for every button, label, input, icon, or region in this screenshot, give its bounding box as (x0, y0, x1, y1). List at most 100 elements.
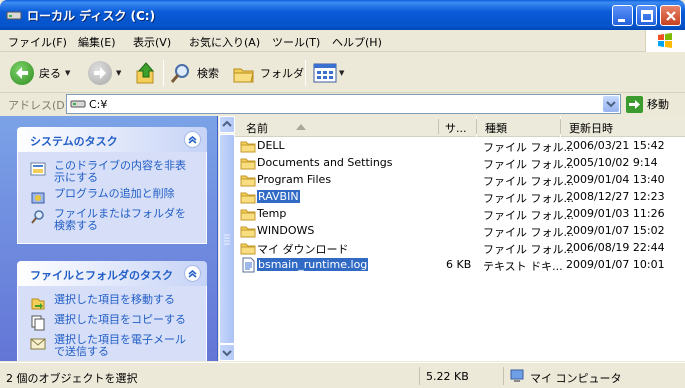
task-label: 選択した項目を電子メールで送信する (54, 333, 186, 358)
back-label: 戻る (39, 67, 61, 80)
table-row[interactable]: WINDOWS ファイル フォル... 2009/01/07 15:02 (219, 223, 685, 240)
file-folder-tasks-header[interactable]: ファイルとフォルダのタスク (17, 261, 207, 286)
column-type[interactable]: 種類 (477, 116, 560, 137)
file-name: Temp (257, 207, 287, 220)
table-row[interactable]: bsmain_runtime.log 6 KB テキスト ドキ... 2009/01/… (219, 257, 685, 274)
file-size: 6 KB (446, 258, 472, 271)
task-move-items[interactable]: 選択した項目を移動する (30, 294, 175, 311)
search-label: 検索 (197, 67, 219, 80)
task-search-files[interactable]: ファイルまたはフォルダを検索する (30, 208, 194, 232)
minimize-icon (618, 19, 625, 22)
windows-logo-icon (645, 30, 685, 52)
file-type: ファイル フォル... (483, 209, 574, 222)
go-button[interactable]: 移動 (626, 95, 669, 113)
column-size-label: サ... (445, 122, 467, 135)
drive-icon (70, 100, 86, 108)
chevron-up-icon (222, 120, 232, 127)
file-type: ファイル フォル... (483, 226, 574, 239)
task-pane: システムのタスク このドライブの内容を非表示にする プログラムの追加と削除 ファ… (0, 116, 218, 361)
minimize-button[interactable] (612, 5, 633, 26)
address-label: アドレス(D) (8, 99, 70, 112)
system-tasks-header[interactable]: システムのタスク (17, 127, 207, 152)
explorer-window: ローカル ディスク (C:) ファイル(F) 編集(E) 表示(V) お気に入り… (0, 0, 685, 388)
task-label: 選択した項目を移動する (54, 293, 175, 306)
forward-button[interactable]: ▼ (88, 53, 121, 93)
go-label: 移動 (647, 98, 669, 111)
maximize-button[interactable] (636, 5, 657, 26)
menu-view[interactable]: 表示(V) (133, 34, 171, 50)
file-name: Program Files (257, 173, 332, 186)
folder-icon (240, 243, 256, 255)
search-icon (170, 64, 189, 83)
forward-dropdown-icon[interactable]: ▼ (116, 69, 121, 77)
folders-button[interactable]: フォルダ (232, 53, 304, 93)
sort-ascending-icon (296, 124, 306, 130)
task-add-remove-programs[interactable]: プログラムの追加と削除 (30, 188, 175, 205)
toolbar: 戻る ▼ ▼ 検索 フォルダ ▼ (0, 53, 685, 93)
close-button[interactable] (660, 5, 681, 26)
vertical-scrollbar[interactable] (219, 116, 235, 361)
scroll-thumb[interactable] (219, 134, 235, 344)
my-computer-icon (510, 369, 524, 382)
back-arrow-icon (10, 61, 34, 85)
file-name: マイ ダウンロード (257, 243, 349, 256)
column-name-label: 名前 (246, 122, 268, 135)
collapse-icon[interactable] (184, 265, 201, 282)
collapse-icon[interactable] (184, 131, 201, 148)
table-row[interactable]: マイ ダウンロード ファイル フォル... 2006/08/19 22:44 (219, 240, 685, 257)
search-icon (31, 210, 44, 224)
column-type-label: 種類 (485, 122, 507, 135)
column-size[interactable]: サ... (439, 116, 476, 137)
task-hide-drive-contents[interactable]: このドライブの内容を非表示にする (30, 160, 194, 184)
scroll-up-button[interactable] (219, 116, 235, 133)
grip-icon (224, 234, 230, 245)
column-name[interactable]: 名前 (235, 116, 439, 137)
file-name: Documents and Settings (257, 156, 393, 169)
folder-icon (240, 175, 256, 187)
views-button[interactable]: ▼ (313, 53, 344, 93)
search-button[interactable]: 検索 (169, 53, 219, 93)
table-row[interactable]: Documents and Settings ファイル フォル... 2005/10… (219, 155, 685, 172)
menu-bar: ファイル(F) 編集(E) 表示(V) お気に入り(A) ツール(T) ヘルプ(… (0, 30, 685, 52)
title-bar[interactable]: ローカル ディスク (C:) (0, 0, 685, 30)
address-value: C:¥ (89, 98, 108, 111)
task-copy-items[interactable]: 選択した項目をコピーする (30, 314, 186, 331)
file-modified: 2005/10/02 9:14 (566, 156, 658, 169)
views-icon (313, 63, 337, 83)
table-row[interactable]: RAVBIN ファイル フォル... 2008/12/27 12:23 (219, 189, 685, 206)
file-name: WINDOWS (257, 224, 315, 237)
task-email-items[interactable]: 選択した項目を電子メールで送信する (30, 334, 194, 358)
back-button[interactable]: 戻る ▼ (10, 53, 70, 93)
close-icon (666, 11, 676, 21)
chevron-down-icon (606, 101, 616, 108)
menu-help[interactable]: ヘルプ(H) (332, 34, 382, 50)
back-dropdown-icon[interactable]: ▼ (65, 69, 70, 77)
menu-favorites[interactable]: お気に入り(A) (189, 34, 260, 50)
file-modified: 2009/01/04 13:40 (566, 173, 665, 186)
address-bar: アドレス(D) C:¥ 移動 (0, 93, 685, 115)
table-row[interactable]: Program Files ファイル フォル... 2009/01/04 13:40 (219, 172, 685, 189)
task-label: プログラムの追加と削除 (54, 187, 175, 200)
menu-file[interactable]: ファイル(F) (8, 34, 67, 50)
programs-icon (31, 192, 45, 204)
address-input[interactable]: C:¥ (66, 94, 621, 114)
table-row[interactable]: DELL ファイル フォル... 2006/03/21 15:42 (219, 138, 685, 155)
file-type: ファイル フォル... (483, 175, 574, 188)
table-row[interactable]: Temp ファイル フォル... 2009/01/03 11:26 (219, 206, 685, 223)
column-modified[interactable]: 更新日時 (561, 116, 685, 137)
menu-edit[interactable]: 編集(E) (78, 34, 116, 50)
forward-arrow-icon (88, 61, 112, 85)
email-icon (30, 338, 46, 350)
system-tasks-panel: システムのタスク このドライブの内容を非表示にする プログラムの追加と削除 ファ… (17, 127, 207, 244)
views-dropdown-icon[interactable]: ▼ (339, 69, 344, 77)
column-modified-label: 更新日時 (569, 122, 613, 135)
task-label: このドライブの内容を非表示にする (54, 159, 186, 184)
address-dropdown-button[interactable] (603, 96, 619, 112)
file-modified: 2006/03/21 15:42 (566, 139, 665, 152)
menu-tools[interactable]: ツール(T) (272, 34, 320, 50)
maximize-icon (641, 10, 653, 22)
scroll-down-button[interactable] (219, 344, 235, 361)
system-tasks-title: システムのタスク (30, 135, 118, 148)
file-modified: 2009/01/07 15:02 (566, 224, 665, 237)
up-folder-button[interactable] (135, 53, 157, 93)
